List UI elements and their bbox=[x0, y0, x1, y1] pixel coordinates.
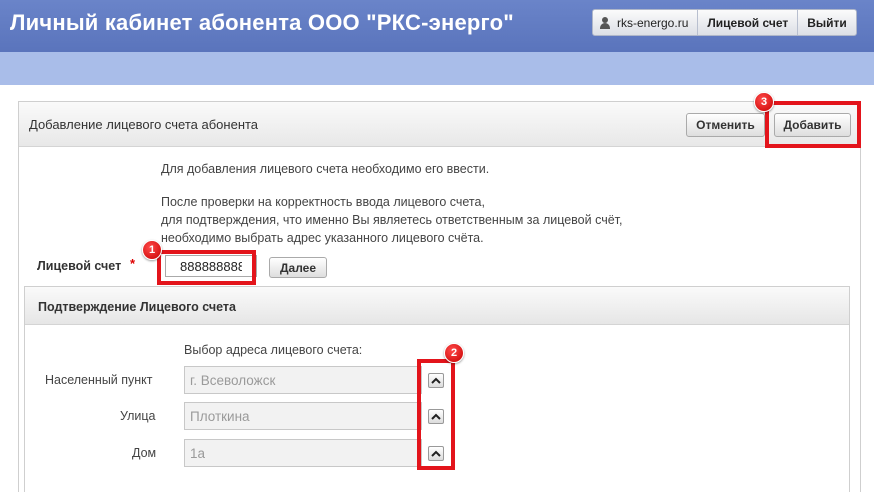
info-line: для подтверждения, что именно Вы являете… bbox=[161, 213, 623, 227]
logout-link[interactable]: Выйти bbox=[797, 10, 856, 35]
info-line: После проверки на корректность ввода лиц… bbox=[161, 195, 485, 209]
user-toolbar: rks-energo.ru Лицевой счет Выйти bbox=[592, 9, 857, 36]
street-select[interactable]: Плоткина bbox=[184, 402, 422, 430]
next-button[interactable]: Далее bbox=[269, 257, 327, 278]
city-label: Населенный пункт bbox=[45, 373, 153, 387]
confirm-title: Подтверждение Лицевого счета bbox=[38, 300, 237, 314]
info-text: Для добавления лицевого счета необходимо… bbox=[161, 160, 489, 178]
person-icon bbox=[599, 16, 611, 29]
highlight-account-input bbox=[157, 250, 256, 285]
house-select[interactable]: 1а bbox=[184, 439, 422, 467]
site-link[interactable]: rks-energo.ru bbox=[593, 10, 697, 35]
account-link[interactable]: Лицевой счет bbox=[697, 10, 797, 35]
step-badge-3: 3 bbox=[754, 92, 774, 112]
info-line: необходимо выбрать адрес указанного лице… bbox=[161, 231, 484, 245]
top-header: Личный кабинет абонента ООО "РКС-энерго"… bbox=[0, 0, 874, 52]
confirm-header: Подтверждение Лицевого счета bbox=[25, 287, 849, 325]
app-title: Личный кабинет абонента ООО "РКС-энерго" bbox=[10, 10, 514, 35]
step-badge-1: 1 bbox=[142, 240, 162, 260]
address-caption: Выбор адреса лицевого счета: bbox=[184, 343, 363, 357]
panel-header: Добавление лицевого счета абонента Отмен… bbox=[19, 102, 860, 147]
panel-title: Добавление лицевого счета абонента bbox=[29, 117, 259, 132]
step-badge-2: 2 bbox=[444, 343, 464, 363]
street-label: Улица bbox=[120, 409, 156, 423]
info-line: Для добавления лицевого счета необходимо… bbox=[161, 162, 490, 176]
required-mark: * bbox=[130, 256, 136, 271]
house-label: Дом bbox=[132, 446, 157, 460]
sub-header-bar bbox=[0, 52, 874, 85]
highlight-address-selects bbox=[417, 359, 455, 470]
cancel-button[interactable]: Отменить bbox=[686, 113, 765, 137]
account-label: Лицевой счет bbox=[37, 259, 122, 273]
instructions-text: После проверки на корректность ввода лиц… bbox=[161, 193, 622, 247]
city-select[interactable]: г. Всеволожск bbox=[184, 366, 422, 394]
highlight-add-button bbox=[765, 101, 861, 148]
site-label: rks-energo.ru bbox=[617, 15, 689, 30]
